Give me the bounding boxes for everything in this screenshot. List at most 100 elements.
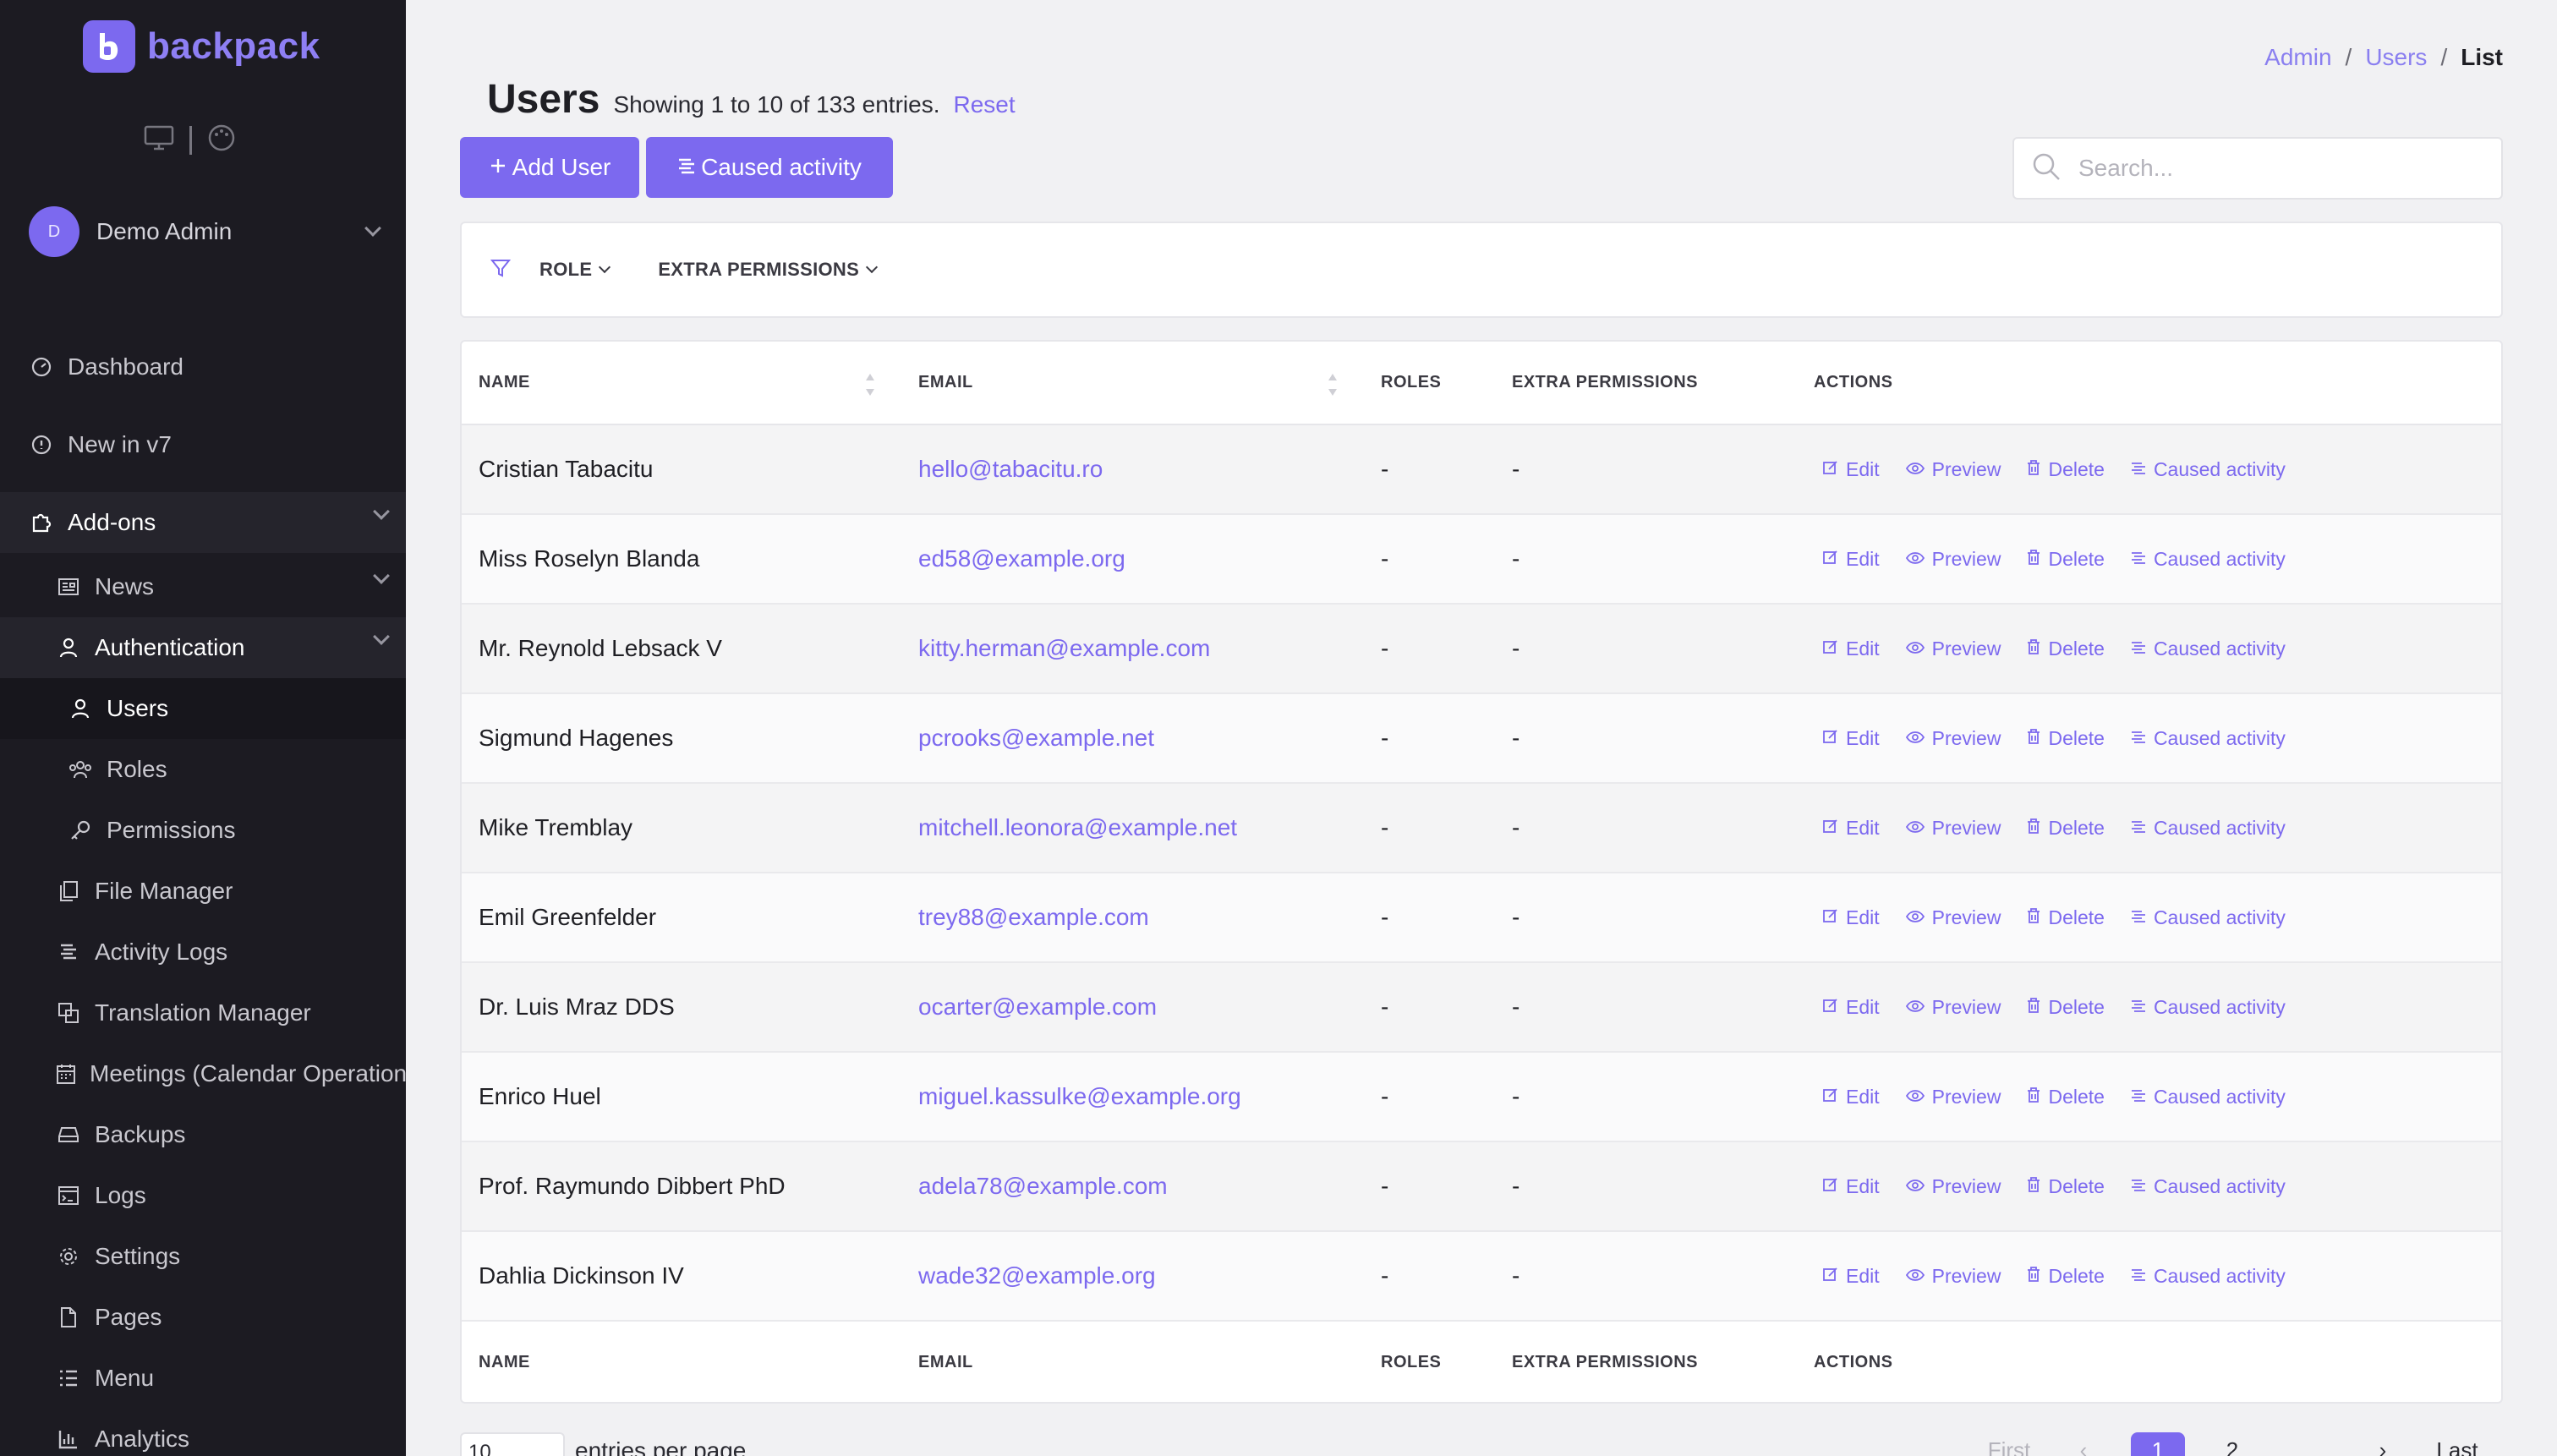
cell-email[interactable]: adela78@example.com [901, 1141, 1364, 1232]
filter-icon [490, 258, 512, 282]
row-activity-action[interactable]: Caused activity [2130, 727, 2286, 750]
cell-email[interactable]: kitty.herman@example.com [901, 604, 1364, 694]
per-page-select[interactable]: 10 [460, 1432, 565, 1456]
row-activity-action[interactable]: Caused activity [2130, 996, 2286, 1019]
row-delete-action[interactable]: Delete [2026, 548, 2105, 571]
caused-activity-button[interactable]: Caused activity [646, 137, 893, 198]
sidebar-item-pages[interactable]: Pages [0, 1287, 406, 1348]
sidebar-item-dashboard[interactable]: Dashboard [0, 337, 406, 397]
sidebar-item-menu[interactable]: Menu [0, 1348, 406, 1409]
chevron-down-icon [599, 260, 611, 274]
sidebar-item-analytics[interactable]: Analytics [0, 1409, 406, 1456]
row-edit-action[interactable]: Edit [1822, 458, 1880, 481]
sidebar-item-new-in-v7[interactable]: New in v7 [0, 414, 406, 475]
pagination-page-2[interactable]: 2 [2195, 1432, 2270, 1456]
user-menu[interactable]: D Demo Admin [29, 205, 397, 259]
pagination-prev[interactable]: ‹ [2046, 1432, 2121, 1456]
column-header-email[interactable]: EMAIL [901, 342, 1364, 425]
row-delete-action[interactable]: Delete [2026, 1086, 2105, 1108]
cell-email[interactable]: pcrooks@example.net [901, 693, 1364, 784]
row-preview-action[interactable]: Preview [1905, 1086, 2001, 1108]
table-footer: 10 entries per page First ‹ 1 2 › Last [460, 1432, 2503, 1456]
row-edit-action[interactable]: Edit [1822, 817, 1880, 840]
sidebar-item-label: Settings [95, 1243, 181, 1269]
row-activity-action[interactable]: Caused activity [2130, 458, 2286, 481]
row-delete-action[interactable]: Delete [2026, 1265, 2105, 1288]
column-header-name[interactable]: NAME [462, 342, 901, 425]
row-preview-label: Preview [1931, 816, 2001, 839]
row-edit-action[interactable]: Edit [1822, 906, 1880, 929]
trash-icon [2026, 727, 2041, 750]
sidebar-item-permissions[interactable]: Permissions [0, 800, 406, 861]
cell-extra-permissions: - [1495, 1231, 1797, 1322]
filter-extra-permissions[interactable]: EXTRA PERMISSIONS [658, 259, 879, 281]
pagination-first[interactable]: First [1972, 1432, 2046, 1456]
row-delete-action[interactable]: Delete [2026, 1175, 2105, 1198]
palette-icon[interactable] [207, 123, 236, 156]
sidebar-item-addons[interactable]: Add-ons [0, 492, 406, 553]
sidebar-item-logs[interactable]: Logs [0, 1165, 406, 1226]
row-activity-action[interactable]: Caused activity [2130, 906, 2286, 929]
row-activity-action[interactable]: Caused activity [2130, 548, 2286, 571]
row-delete-action[interactable]: Delete [2026, 727, 2105, 750]
pagination-next[interactable]: › [2346, 1432, 2420, 1456]
pagination-page-1[interactable]: 1 [2131, 1432, 2185, 1456]
row-activity-action[interactable]: Caused activity [2130, 1086, 2286, 1108]
row-edit-action[interactable]: Edit [1822, 638, 1880, 660]
row-preview-action[interactable]: Preview [1905, 548, 2001, 571]
row-delete-action[interactable]: Delete [2026, 638, 2105, 660]
row-edit-action[interactable]: Edit [1822, 996, 1880, 1019]
row-delete-action[interactable]: Delete [2026, 906, 2105, 929]
row-edit-action[interactable]: Edit [1822, 1265, 1880, 1288]
sidebar-item-roles[interactable]: Roles [0, 739, 406, 800]
cell-email[interactable]: ed58@example.org [901, 514, 1364, 605]
breadcrumb-admin[interactable]: Admin [2264, 44, 2331, 71]
breadcrumb-users[interactable]: Users [2365, 44, 2427, 71]
row-delete-action[interactable]: Delete [2026, 996, 2105, 1019]
pagination-last[interactable]: Last [2420, 1432, 2494, 1456]
sidebar-item-settings[interactable]: Settings [0, 1226, 406, 1287]
cell-name: Mr. Reynold Lebsack V [462, 604, 901, 694]
row-preview-action[interactable]: Preview [1905, 458, 2001, 481]
row-preview-action[interactable]: Preview [1905, 727, 2001, 750]
row-preview-action[interactable]: Preview [1905, 1175, 2001, 1198]
sidebar-item-users[interactable]: Users [0, 678, 406, 739]
row-edit-action[interactable]: Edit [1822, 727, 1880, 750]
search-input[interactable] [2078, 155, 2484, 182]
row-delete-action[interactable]: Delete [2026, 817, 2105, 840]
sidebar-item-backups[interactable]: Backups [0, 1104, 406, 1165]
row-activity-action[interactable]: Caused activity [2130, 638, 2286, 660]
desktop-icon[interactable] [144, 125, 174, 155]
row-activity-action[interactable]: Caused activity [2130, 1175, 2286, 1198]
sidebar-item-label: File Manager [95, 878, 233, 904]
row-preview-action[interactable]: Preview [1905, 996, 2001, 1019]
row-delete-action[interactable]: Delete [2026, 458, 2105, 481]
row-preview-action[interactable]: Preview [1905, 1265, 2001, 1288]
row-activity-action[interactable]: Caused activity [2130, 1265, 2286, 1288]
cell-email[interactable]: miguel.kassulke@example.org [901, 1052, 1364, 1142]
cell-email[interactable]: ocarter@example.com [901, 962, 1364, 1053]
sidebar-item-activity-logs[interactable]: Activity Logs [0, 922, 406, 983]
filter-role[interactable]: ROLE [539, 259, 611, 281]
row-preview-action[interactable]: Preview [1905, 817, 2001, 840]
row-activity-action[interactable]: Caused activity [2130, 817, 2286, 840]
add-user-button[interactable]: Add User [460, 137, 639, 198]
brand-logo[interactable]: backpack [83, 20, 320, 73]
sidebar-item-meetings[interactable]: Meetings (Calendar Operation) [0, 1043, 406, 1104]
row-preview-action[interactable]: Preview [1905, 906, 2001, 929]
row-edit-action[interactable]: Edit [1822, 1175, 1880, 1198]
sidebar-item-news[interactable]: News [0, 556, 406, 617]
sidebar-item-authentication[interactable]: Authentication [0, 617, 406, 678]
sidebar-item-translation-manager[interactable]: Translation Manager [0, 983, 406, 1043]
cell-email[interactable]: wade32@example.org [901, 1231, 1364, 1322]
cell-email[interactable]: mitchell.leonora@example.net [901, 783, 1364, 873]
row-actions: Edit Preview Delete Caused activity [1814, 548, 2501, 571]
sidebar-item-file-manager[interactable]: File Manager [0, 861, 406, 922]
row-edit-action[interactable]: Edit [1822, 1086, 1880, 1108]
cell-email[interactable]: hello@tabacitu.ro [901, 424, 1364, 515]
row-edit-action[interactable]: Edit [1822, 548, 1880, 571]
cell-email[interactable]: trey88@example.com [901, 873, 1364, 963]
row-preview-action[interactable]: Preview [1905, 638, 2001, 660]
reset-link[interactable]: Reset [953, 91, 1015, 118]
chevron-down-icon [373, 567, 390, 584]
